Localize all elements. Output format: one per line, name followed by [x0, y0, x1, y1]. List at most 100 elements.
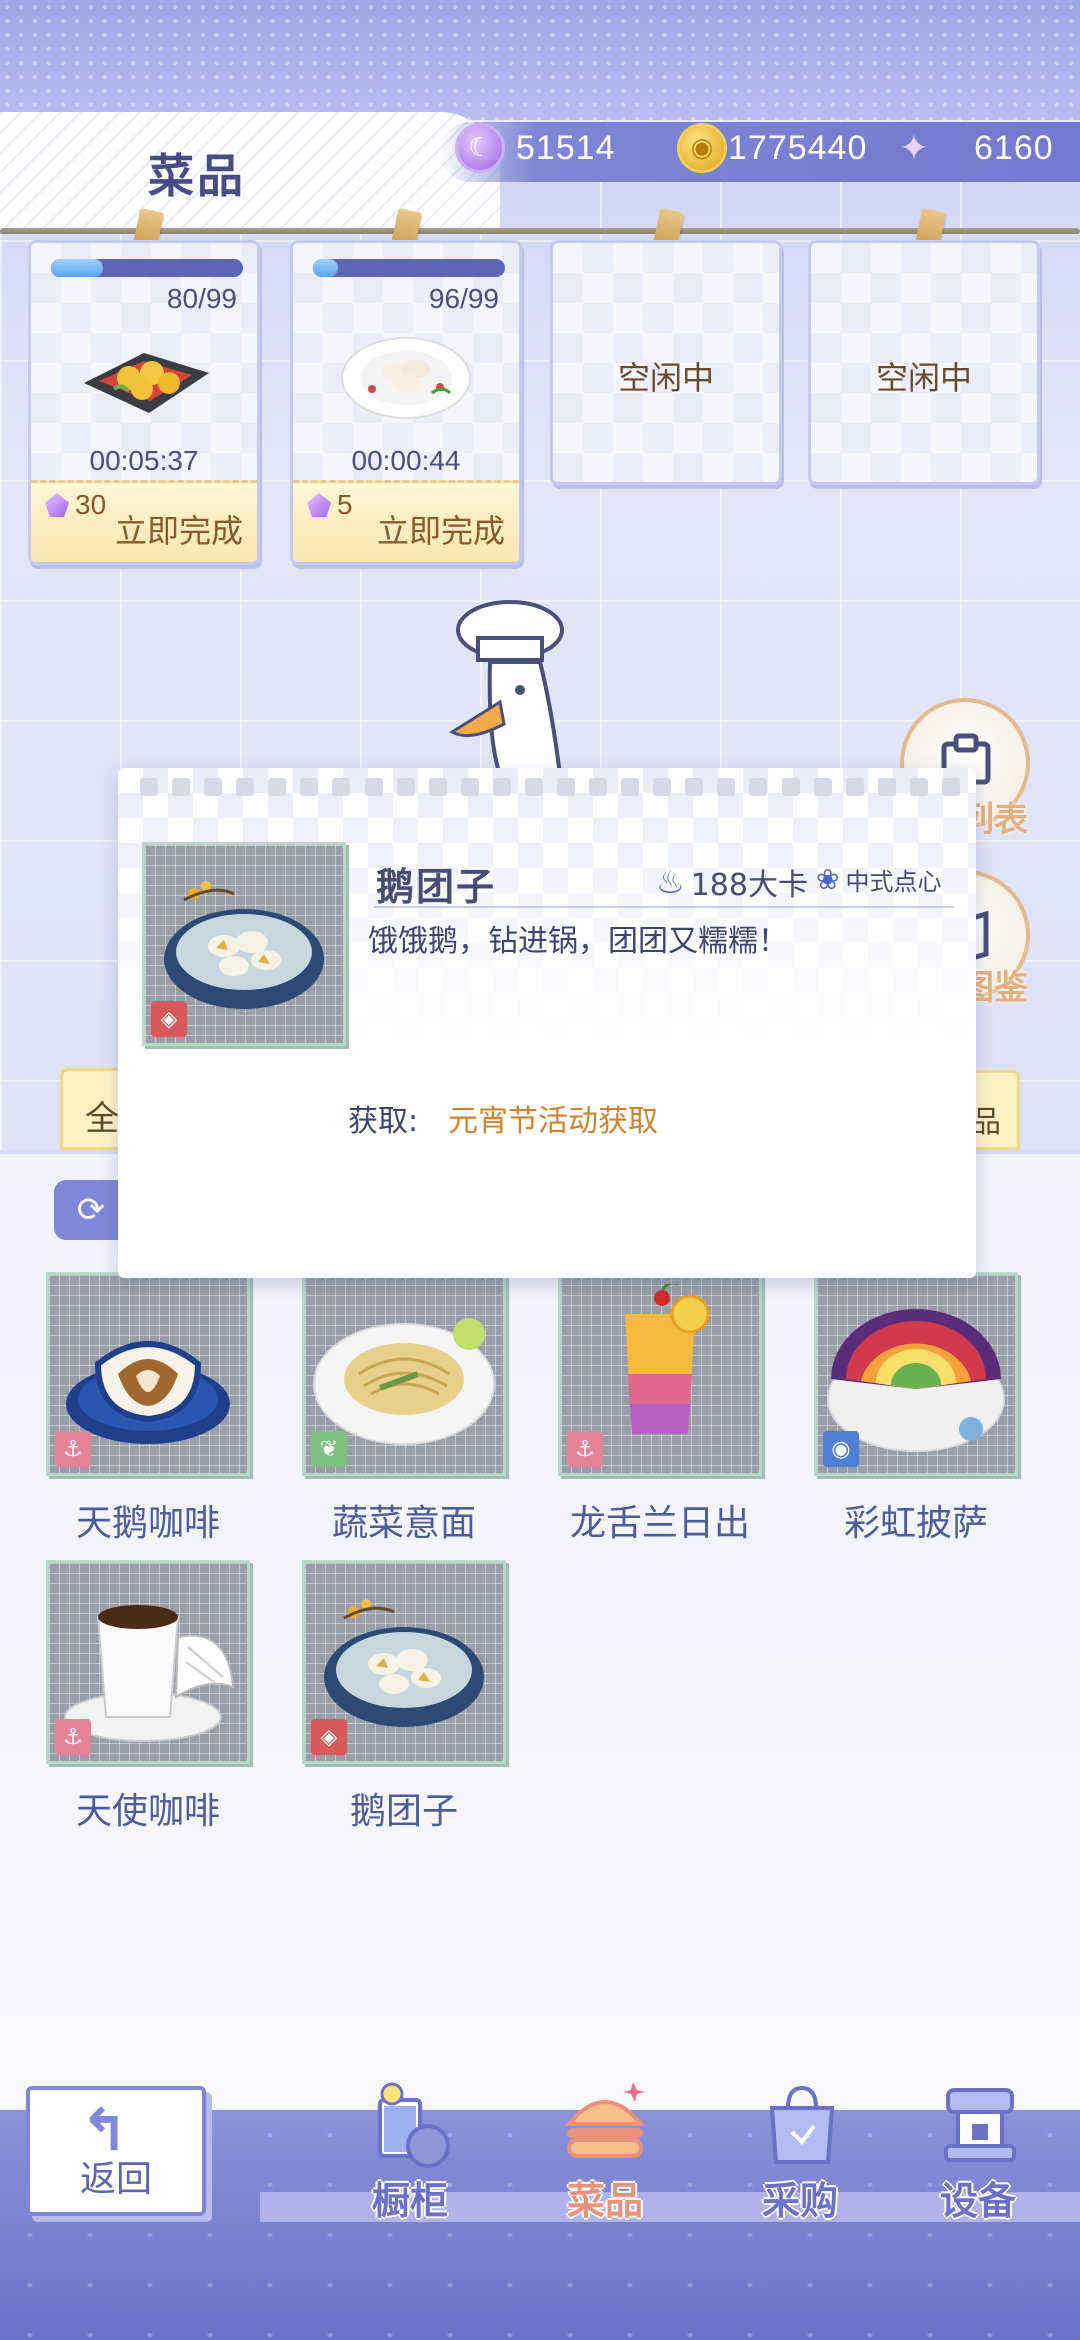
dish-image: ❦: [302, 1272, 506, 1476]
dish-item[interactable]: ◈ 鹅团子: [302, 1560, 512, 1834]
anchor-icon: ⚓: [55, 1719, 91, 1755]
dish-image: ⚓: [558, 1272, 762, 1476]
dish-name: 天鹅咖啡: [75, 1503, 220, 1544]
nav-cabinet-label: 橱柜: [371, 2179, 448, 2223]
finish-now-label: 立即完成: [114, 512, 243, 550]
dish-image: ⚓: [46, 1272, 250, 1476]
currency-swan-value: 6160: [974, 128, 1054, 167]
finish-now-button[interactable]: 5 立即完成: [293, 480, 519, 562]
refresh-icon: ⟳: [76, 1190, 106, 1230]
finish-cost: 30: [45, 489, 106, 521]
gem-icon: [45, 493, 69, 517]
obtain-label: 获取:: [348, 1104, 419, 1139]
anchor-icon: ⚓: [55, 1431, 91, 1467]
goose-chef-icon: [440, 590, 590, 784]
back-label: 返回: [79, 2159, 152, 2200]
progress-bar: [313, 259, 505, 277]
flower-icon: ❀: [816, 863, 840, 896]
dish-name: 彩虹披萨: [843, 1503, 988, 1544]
dish-image: ⚓: [46, 1560, 250, 1764]
dish-item[interactable]: ⚓ 天鹅咖啡: [46, 1272, 256, 1546]
calories-value: 188大卡: [690, 868, 808, 903]
dish-name: 鹅团子: [349, 1791, 458, 1832]
nav-purchase-label: 采购: [761, 2179, 838, 2223]
progress-fill: [51, 259, 103, 277]
coffee-machine-icon: [944, 2088, 1016, 2162]
tequila-sunrise-icon: [625, 1284, 710, 1434]
flame-icon: ♨: [656, 863, 685, 901]
nav-equipment-label: 设备: [939, 2179, 1016, 2223]
swan-plus-icon: ✦: [898, 127, 930, 169]
dumpling-plate-icon: [336, 323, 476, 427]
oven-slot-3[interactable]: 空闲中: [550, 240, 782, 485]
nav-purchase[interactable]: 采购: [730, 2070, 870, 2260]
dish-image: ◉: [814, 1272, 1018, 1476]
idle-label: 空闲中: [875, 359, 972, 397]
popup-dish-name: 鹅团子: [376, 865, 497, 909]
vegetable-pasta-icon: [313, 1318, 495, 1445]
lantern-icon: ◈: [151, 1001, 187, 1037]
oven-count: 96/99: [428, 283, 499, 314]
progress-bar: [51, 259, 243, 277]
finish-cost-value: 5: [337, 489, 353, 520]
title-tab: 菜品: [0, 112, 500, 230]
dish-type-value: 中式点心: [845, 868, 942, 896]
cabinet-icon: [378, 2082, 450, 2168]
top-strip: [0, 0, 1080, 120]
dish-name: 天使咖啡: [75, 1791, 220, 1832]
currency-gold[interactable]: ◉ 1775440: [680, 124, 867, 172]
obtain-value: 元宵节活动获取: [448, 1104, 658, 1139]
popup-dish-image: ◈: [142, 842, 346, 1046]
nav-equipment[interactable]: 设备: [908, 2070, 1048, 2260]
nav-cabinet[interactable]: 橱柜: [340, 2070, 480, 2260]
oven-slot-4[interactable]: 空闲中: [808, 240, 1040, 485]
dish-item[interactable]: ⚓ 龙舌兰日出: [558, 1272, 768, 1546]
finish-now-label: 立即完成: [376, 512, 505, 550]
currency-moon[interactable]: ☾ 51514: [458, 124, 616, 172]
lantern-icon: ◈: [311, 1719, 347, 1755]
dish-name: 蔬菜意面: [331, 1503, 476, 1544]
oven-timer: 00:05:37: [89, 445, 199, 476]
shopping-bag-icon: [769, 2085, 835, 2164]
dish-description: 饿饿鹅，钻进锅，团团又糯糯！: [368, 924, 788, 959]
currency-gold-value: 1775440: [728, 128, 868, 167]
finish-now-button[interactable]: 30 立即完成: [31, 480, 257, 562]
oven-slot-1[interactable]: 80/99 00:05:37 30 立即完成: [28, 240, 260, 565]
anchor-icon: ⚓: [567, 1431, 603, 1467]
finish-cost-value: 30: [75, 489, 107, 520]
calories: ♨ 188大卡: [656, 860, 808, 904]
goose-dumpling-icon: [164, 881, 324, 1009]
finish-cost: 5: [307, 489, 353, 521]
moon-coin-icon: ☾: [458, 126, 502, 170]
gem-icon: [307, 493, 331, 517]
oven-count: 80/99: [166, 283, 237, 314]
gold-coin-icon: ◉: [680, 126, 724, 170]
divider: [374, 906, 954, 908]
goose-dumpling-icon: [324, 1599, 484, 1727]
currency-moon-value: 51514: [516, 128, 616, 167]
tab-all-label: 全: [85, 1099, 119, 1139]
progress-fill: [313, 259, 338, 277]
dish-type: ❀ 中式点心: [816, 862, 941, 897]
dish-name: 龙舌兰日出: [569, 1503, 750, 1544]
swan-coffee-icon: [66, 1341, 230, 1444]
dish-item[interactable]: ❦ 蔬菜意面: [302, 1272, 512, 1546]
shrimp-dish-icon: [74, 323, 214, 427]
dish-detail-popup[interactable]: ◈ 鹅团子 ♨ 188大卡 ❀ 中式点心 饿饿鹅，钻进锅，团团又糯糯！ 获取: …: [118, 768, 976, 1278]
oven-slot-2[interactable]: 96/99 00:00:44 5 立即完成: [290, 240, 522, 565]
nav-dishes-label: 菜品: [566, 2179, 643, 2223]
leaf-icon: ❦: [311, 1431, 347, 1467]
dish-image: ◈: [302, 1560, 506, 1764]
currency-swan[interactable]: ✦ 6160: [892, 124, 1054, 172]
dish-item[interactable]: ⚓ 天使咖啡: [46, 1560, 256, 1834]
back-button[interactable]: ↰ 返回: [26, 2086, 206, 2216]
nav-dishes[interactable]: 菜品: [535, 2070, 675, 2260]
bulb-icon: ◉: [823, 1431, 859, 1467]
dish-item[interactable]: ◉ 彩虹披萨: [814, 1272, 1024, 1546]
oven-timer: 00:00:44: [351, 445, 461, 476]
page-title: 菜品: [148, 149, 246, 203]
refresh-button[interactable]: ⟳: [54, 1180, 128, 1240]
idle-label: 空闲中: [617, 359, 714, 397]
notebook-rings: [140, 778, 960, 800]
burger-icon: [564, 2082, 646, 2158]
